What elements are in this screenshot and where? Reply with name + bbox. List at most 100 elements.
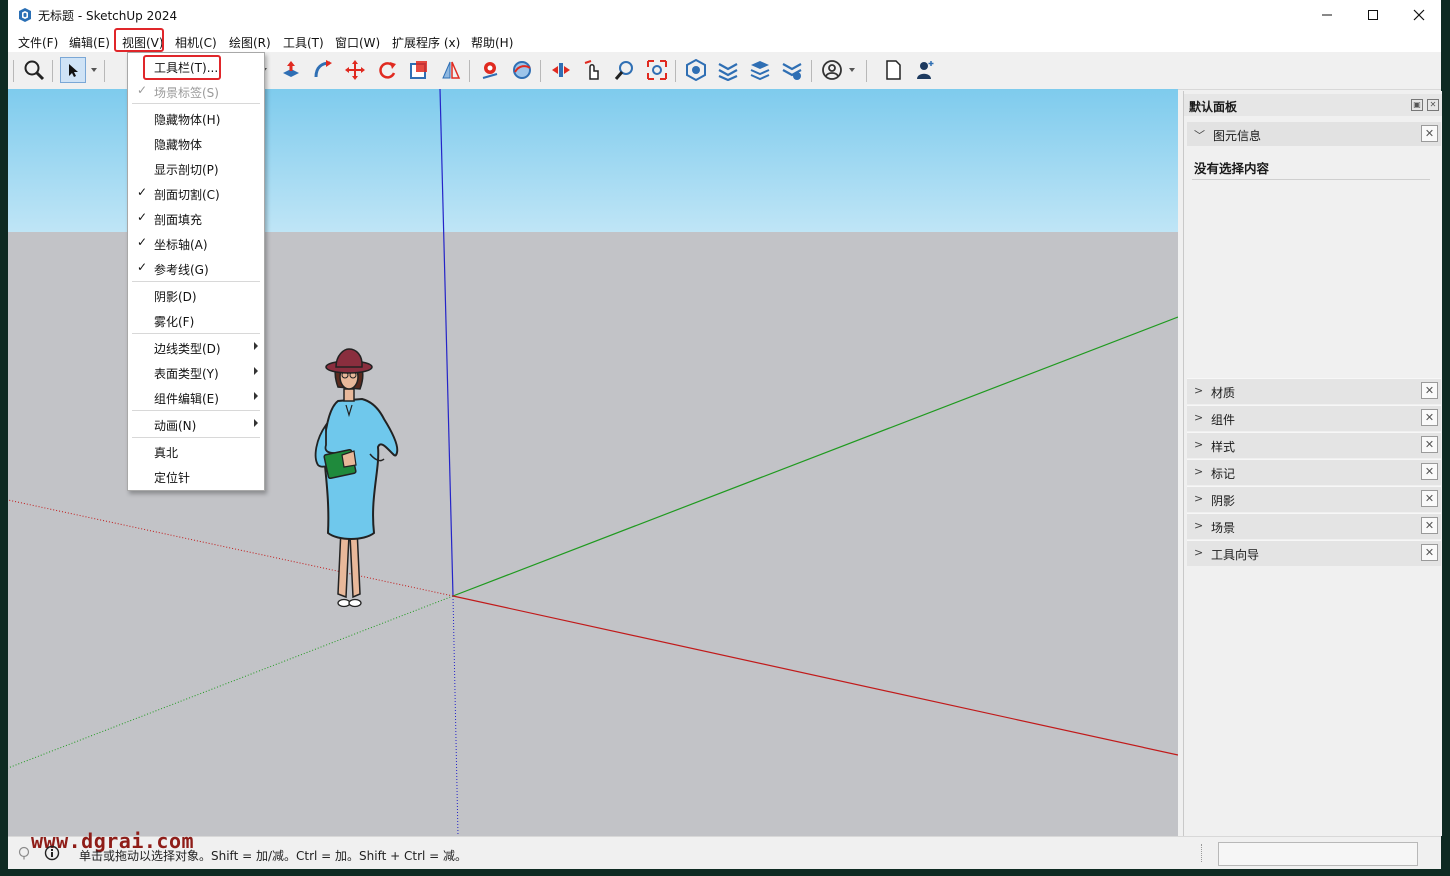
menu-item-animation[interactable]: 动画(N) xyxy=(128,412,264,437)
tray-tags[interactable]: > 标记 ✕ xyxy=(1187,459,1441,485)
layout-icon[interactable] xyxy=(747,57,773,83)
info-icon[interactable] xyxy=(44,845,60,861)
account-icon[interactable] xyxy=(819,57,845,83)
menu-item-hidden-geometry[interactable]: 隐藏物体(H) xyxy=(128,106,264,131)
menu-item-label: 剖面切割(C) xyxy=(154,188,220,202)
menu-separator xyxy=(132,437,260,438)
menu-item-label: 表面类型(Y) xyxy=(154,367,219,381)
pan-icon[interactable] xyxy=(548,57,574,83)
position-camera-icon[interactable] xyxy=(477,57,503,83)
chevron-right-icon: > xyxy=(1194,438,1204,451)
check-icon: ✓ xyxy=(137,235,148,249)
tray-close-icon[interactable]: ✕ xyxy=(1421,436,1438,453)
menu-item-guides[interactable]: ✓ 参考线(G) xyxy=(128,256,264,281)
tray-instructor[interactable]: > 工具向导 ✕ xyxy=(1187,540,1441,566)
toolbar-grip xyxy=(13,60,14,82)
tray-close-icon[interactable]: ✕ xyxy=(1421,382,1438,399)
menu-item-fog[interactable]: 雾化(F) xyxy=(128,308,264,333)
scale-icon[interactable] xyxy=(406,57,432,83)
menu-item-label: 定位针 xyxy=(154,471,191,485)
select-icon[interactable] xyxy=(60,57,86,83)
minimize-button[interactable] xyxy=(1304,0,1350,30)
zoom-window-icon[interactable] xyxy=(612,57,638,83)
entity-info-close-icon[interactable]: ✕ xyxy=(1421,125,1438,142)
tray-close-icon[interactable]: ✕ xyxy=(1421,517,1438,534)
view-menu-dropdown: 工具栏(T)... ✓ 场景标签(S) 隐藏物体(H) 隐藏物体 显示剖切(P) … xyxy=(127,52,265,491)
menu-item-label: 剖面填充 xyxy=(154,213,203,227)
menu-item-face-style[interactable]: 表面类型(Y) xyxy=(128,360,264,385)
entity-info-content: 没有选择内容 xyxy=(1194,161,1270,176)
menu-item-edge-style[interactable]: 边线类型(D) xyxy=(128,335,264,360)
menu-item-label: 坐标轴(A) xyxy=(154,238,208,252)
tray-close-icon[interactable]: ✕ xyxy=(1421,544,1438,561)
close-button[interactable] xyxy=(1396,0,1442,30)
green-axis xyxy=(452,316,1178,597)
tray-close-icon[interactable]: ✕ xyxy=(1427,99,1439,111)
menu-draw[interactable]: 绘图(R) xyxy=(229,33,271,52)
menu-separator xyxy=(132,333,260,334)
menu-item-section-fill[interactable]: ✓ 剖面填充 xyxy=(128,206,264,231)
menu-item-shadows[interactable]: 阴影(D) xyxy=(128,283,264,308)
menu-separator xyxy=(132,103,260,104)
menu-item-component-edit[interactable]: 组件编辑(E) xyxy=(128,385,264,410)
tray-scenes[interactable]: > 场景 ✕ xyxy=(1187,513,1441,539)
move-icon[interactable] xyxy=(342,57,368,83)
submenu-arrow-icon xyxy=(254,392,258,400)
entity-info-header[interactable]: ﹀ 图元信息 ✕ xyxy=(1187,122,1441,146)
menu-item-scene-tabs: ✓ 场景标签(S) xyxy=(128,79,264,104)
menu-extensions[interactable]: 扩展程序 (x) xyxy=(392,33,460,52)
chevron-right-icon: > xyxy=(1194,492,1204,505)
menu-tools[interactable]: 工具(T) xyxy=(283,33,324,52)
menu-item-axes[interactable]: ✓ 坐标轴(A) xyxy=(128,231,264,256)
rotate-icon[interactable] xyxy=(374,57,400,83)
tray-materials[interactable]: > 材质 ✕ xyxy=(1187,378,1441,404)
tray-close-icon[interactable]: ✕ xyxy=(1421,409,1438,426)
tray-shadows[interactable]: > 阴影 ✕ xyxy=(1187,486,1441,512)
menu-item-section-planes[interactable]: 显示剖切(P) xyxy=(128,156,264,181)
extension-warehouse-icon[interactable] xyxy=(715,57,741,83)
tray-close-icon[interactable]: ✕ xyxy=(1421,463,1438,480)
flip-icon[interactable] xyxy=(438,57,464,83)
entity-info-title: 图元信息 xyxy=(1213,129,1262,143)
menu-item-label: 边线类型(D) xyxy=(154,342,221,356)
sketchup-logo-icon xyxy=(19,8,31,22)
pushpull-icon[interactable] xyxy=(278,57,304,83)
menu-window[interactable]: 窗口(W) xyxy=(335,33,380,52)
user-icon[interactable] xyxy=(912,57,938,83)
menu-item-section-cuts[interactable]: ✓ 剖面切割(C) xyxy=(128,181,264,206)
toolbar-separator xyxy=(469,60,470,82)
orbit-icon[interactable] xyxy=(509,57,535,83)
extension-manager-icon[interactable] xyxy=(779,57,805,83)
walk-icon[interactable] xyxy=(580,57,606,83)
zoom-extents-icon[interactable] xyxy=(644,57,670,83)
maximize-button[interactable] xyxy=(1350,0,1396,30)
new-file-icon[interactable] xyxy=(880,57,906,83)
tray-label: 样式 xyxy=(1211,440,1236,454)
menu-item-label: 阴影(D) xyxy=(154,290,197,304)
submenu-arrow-icon xyxy=(254,367,258,375)
geolocation-icon[interactable] xyxy=(17,846,31,860)
tray-styles[interactable]: > 样式 ✕ xyxy=(1187,432,1441,458)
menu-help[interactable]: 帮助(H) xyxy=(471,33,513,52)
select-dropdown-icon[interactable] xyxy=(88,57,100,83)
menu-file[interactable]: 文件(F) xyxy=(18,33,58,52)
menu-item-hidden-objects[interactable]: 隐藏物体 xyxy=(128,131,264,156)
measurements-box[interactable] xyxy=(1218,842,1418,866)
pin-icon[interactable]: ▣ xyxy=(1411,99,1423,111)
menu-item-location-pin[interactable]: 定位针 xyxy=(128,464,264,489)
scale-figure[interactable] xyxy=(314,348,399,608)
menu-separator xyxy=(132,410,260,411)
tray-label: 标记 xyxy=(1211,467,1236,481)
followme-icon[interactable] xyxy=(310,57,336,83)
status-message: 单击或拖动以选择对象。Shift = 加/减。Ctrl = 加。Shift + … xyxy=(79,849,468,863)
tray-close-icon[interactable]: ✕ xyxy=(1421,490,1438,507)
account-dropdown-icon[interactable] xyxy=(846,57,858,83)
zoom-icon[interactable] xyxy=(21,57,47,83)
warehouse-icon[interactable] xyxy=(683,57,709,83)
menu-item-north[interactable]: 真北 xyxy=(128,439,264,464)
menu-edit[interactable]: 编辑(E) xyxy=(69,33,110,52)
tray-components[interactable]: > 组件 ✕ xyxy=(1187,405,1441,431)
menu-camera[interactable]: 相机(C) xyxy=(175,33,217,52)
menu-item-label: 显示剖切(P) xyxy=(154,163,219,177)
check-icon: ✓ xyxy=(137,260,148,274)
